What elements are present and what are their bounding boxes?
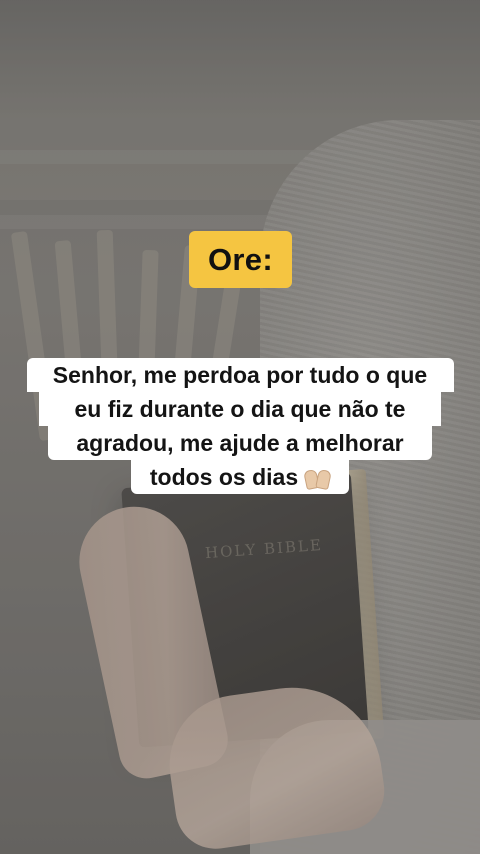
prayer-line-text: todos os dias	[149, 464, 299, 490]
raising-hands-icon: ˈˈˈ	[303, 465, 332, 491]
story-screen[interactable]: HOLY BIBLE Ore: Senhor, me perdoa por tu…	[0, 0, 480, 854]
prayer-line-text: Senhor, me perdoa por tudo o que	[52, 362, 428, 388]
prayer-line-text: eu fiz durante o dia que não te	[74, 396, 406, 422]
prayer-line-text: agradou, me ajude a melhorar	[76, 430, 404, 456]
prayer-line: Senhor, me perdoa por tudo o que	[26, 358, 454, 392]
prayer-text-block: Senhor, me perdoa por tudo o que eu fiz …	[0, 358, 480, 494]
ore-label-sticker: Ore:	[189, 231, 292, 288]
prayer-line: agradou, me ajude a melhorar	[48, 426, 432, 460]
prayer-line: todos os dias ˈˈˈ	[131, 460, 349, 494]
prayer-line: eu fiz durante o dia que não te	[39, 392, 441, 426]
ore-label-text: Ore:	[208, 241, 273, 277]
